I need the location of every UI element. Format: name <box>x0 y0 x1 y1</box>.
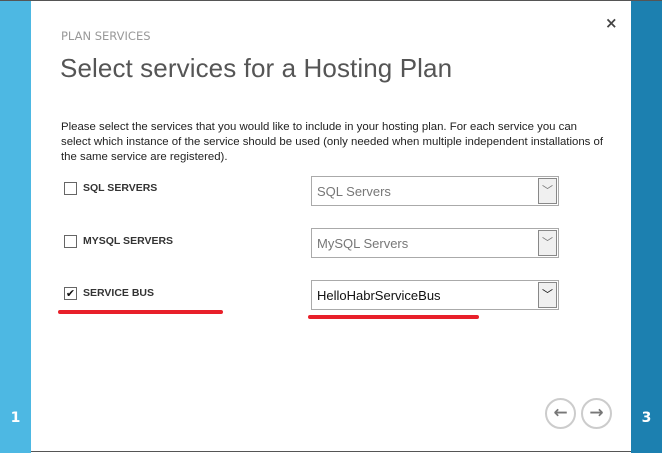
highlight-underline-select <box>308 315 479 319</box>
mysql-servers-value: MySQL Servers <box>317 236 409 251</box>
mysql-servers-select[interactable]: MySQL Servers ﹀ <box>311 228 559 258</box>
sql-servers-select[interactable]: SQL Servers ﹀ <box>311 176 559 206</box>
dialog-title: Select services for a Hosting Plan <box>60 53 453 83</box>
wizard-step-bar-right[interactable]: 3 <box>631 1 662 453</box>
service-bus-label: SERVICE BUS <box>83 287 154 299</box>
current-step-number: 1 <box>10 410 21 426</box>
highlight-underline-checkbox <box>58 310 223 314</box>
mysql-servers-label: MYSQL SERVERS <box>83 235 174 247</box>
sql-servers-checkbox[interactable] <box>64 182 77 195</box>
close-icon[interactable]: × <box>605 14 618 32</box>
sql-servers-value: SQL Servers <box>317 184 391 199</box>
forward-arrow-button[interactable]: → <box>581 398 612 429</box>
sql-servers-label: SQL SERVERS <box>83 182 158 194</box>
service-bus-checkbox[interactable]: ✔ <box>64 287 77 300</box>
dialog-description: Please select the services that you woul… <box>61 121 604 163</box>
back-arrow-button[interactable]: ← <box>545 398 576 429</box>
service-bus-select[interactable]: HelloHabrServiceBus ﹀ <box>311 280 559 310</box>
chevron-down-icon[interactable]: ﹀ <box>538 282 557 308</box>
wizard-step-bar-left: 1 <box>0 1 31 453</box>
chevron-down-icon[interactable]: ﹀ <box>538 178 557 204</box>
next-step-number[interactable]: 3 <box>631 410 662 426</box>
service-bus-value: HelloHabrServiceBus <box>317 288 441 303</box>
chevron-down-icon[interactable]: ﹀ <box>538 230 557 256</box>
mysql-servers-checkbox[interactable] <box>64 235 77 248</box>
dialog-eyebrow: PLAN SERVICES <box>61 29 151 43</box>
